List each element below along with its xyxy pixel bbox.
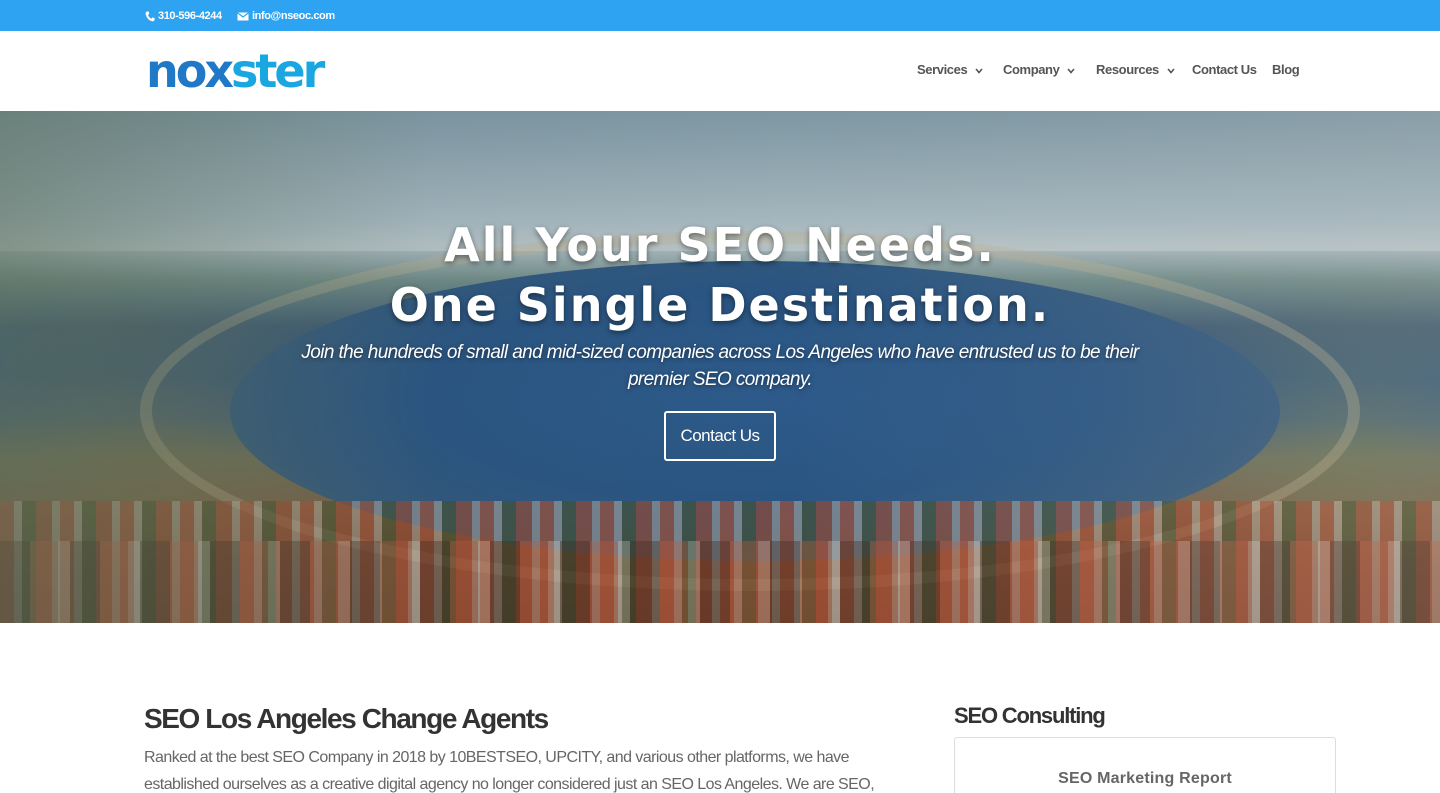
hero-title-line2: One Single Destination. [389,278,1051,332]
chevron-down-icon [1167,62,1175,77]
sidebar-title: SEO Consulting [954,703,1106,728]
hero-title: All Your SEO Needs. One Single Destinati… [0,215,1440,335]
nav-label: Resources [1096,62,1159,77]
hero-section: All Your SEO Needs. One Single Destinati… [0,111,1440,623]
phone-icon [145,11,155,22]
nav-item-company[interactable]: Company [1003,62,1076,77]
chevron-down-icon [975,62,983,77]
logo-text-x: x [204,44,234,98]
envelope-icon [237,11,249,21]
card-title: SEO Marketing Report [1058,770,1232,787]
phone-link[interactable]: 310-596-4244 [145,8,222,24]
logo-text-part3: ster [231,44,325,98]
nav-label: Blog [1272,62,1300,77]
logo-text-part1: no [146,44,207,98]
email-address: info@nseoc.com [252,10,335,22]
chevron-down-icon [1067,62,1076,77]
hero-subtitle: Join the hundreds of small and mid-sized… [301,342,1139,390]
nav-label: Company [1003,62,1060,77]
hero-title-line1: All Your SEO Needs. [444,218,996,272]
email-link[interactable]: info@nseoc.com [237,8,335,24]
site-header: no x ster Services Company Resources Con… [0,31,1440,111]
nav-item-blog[interactable]: Blog [1272,62,1300,77]
site-logo[interactable]: no x ster [146,44,325,98]
top-bar: 310-596-4244 info@nseoc.com [0,0,1440,31]
nav-label: Services [917,62,968,77]
section-title: SEO Los Angeles Change Agents [144,703,549,734]
seo-report-card[interactable]: SEO Marketing Report [954,737,1336,793]
nav-item-resources[interactable]: Resources [1096,62,1175,77]
nav-item-services[interactable]: Services [917,62,983,77]
hero-contact-button[interactable]: Contact Us [664,411,776,461]
nav-label: Contact Us [1192,62,1257,77]
nav-item-contact-us[interactable]: Contact Us [1192,62,1257,77]
phone-number: 310-596-4244 [158,10,222,22]
section-paragraph: Ranked at the best SEO Company in 2018 b… [144,749,875,793]
